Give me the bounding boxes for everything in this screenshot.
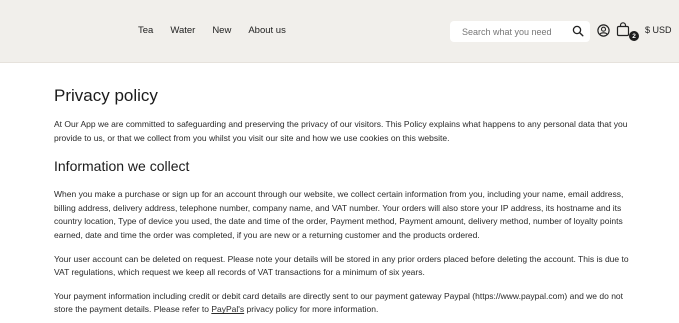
nav-link-about-us[interactable]: About us xyxy=(248,24,286,38)
cart-count-badge: 2 xyxy=(629,31,639,41)
search-input[interactable] xyxy=(462,26,570,37)
shopping-bag-icon[interactable] xyxy=(616,22,630,37)
account-deletion-paragraph: Your user account can be deleted on requ… xyxy=(54,253,629,278)
search-box[interactable] xyxy=(450,21,590,42)
nav-link-water[interactable]: Water xyxy=(170,24,195,38)
search-icon[interactable] xyxy=(572,25,584,37)
paypal-privacy-link[interactable]: PayPal's xyxy=(211,304,244,314)
currency-selector[interactable]: $ USD xyxy=(645,25,672,35)
page-title: Privacy policy xyxy=(54,86,158,105)
intro-paragraph: At Our App we are committed to safeguard… xyxy=(54,119,628,143)
collect-paragraph: When you make a purchase or sign up for … xyxy=(54,189,624,240)
site-header: Tea Water New About us 2 $ USD xyxy=(0,0,679,63)
nav-link-new[interactable]: New xyxy=(212,24,231,38)
nav-link-tea[interactable]: Tea xyxy=(138,24,153,38)
section-heading: Information we collect xyxy=(54,158,190,175)
policy-content: Privacy policy At Our App we are committ… xyxy=(54,85,634,317)
payment-text-after: privacy policy for more information. xyxy=(244,304,379,315)
payment-paragraph: Your payment information including credi… xyxy=(54,290,634,317)
main-nav: Tea Water New About us xyxy=(138,24,303,38)
account-icon[interactable] xyxy=(597,24,610,37)
